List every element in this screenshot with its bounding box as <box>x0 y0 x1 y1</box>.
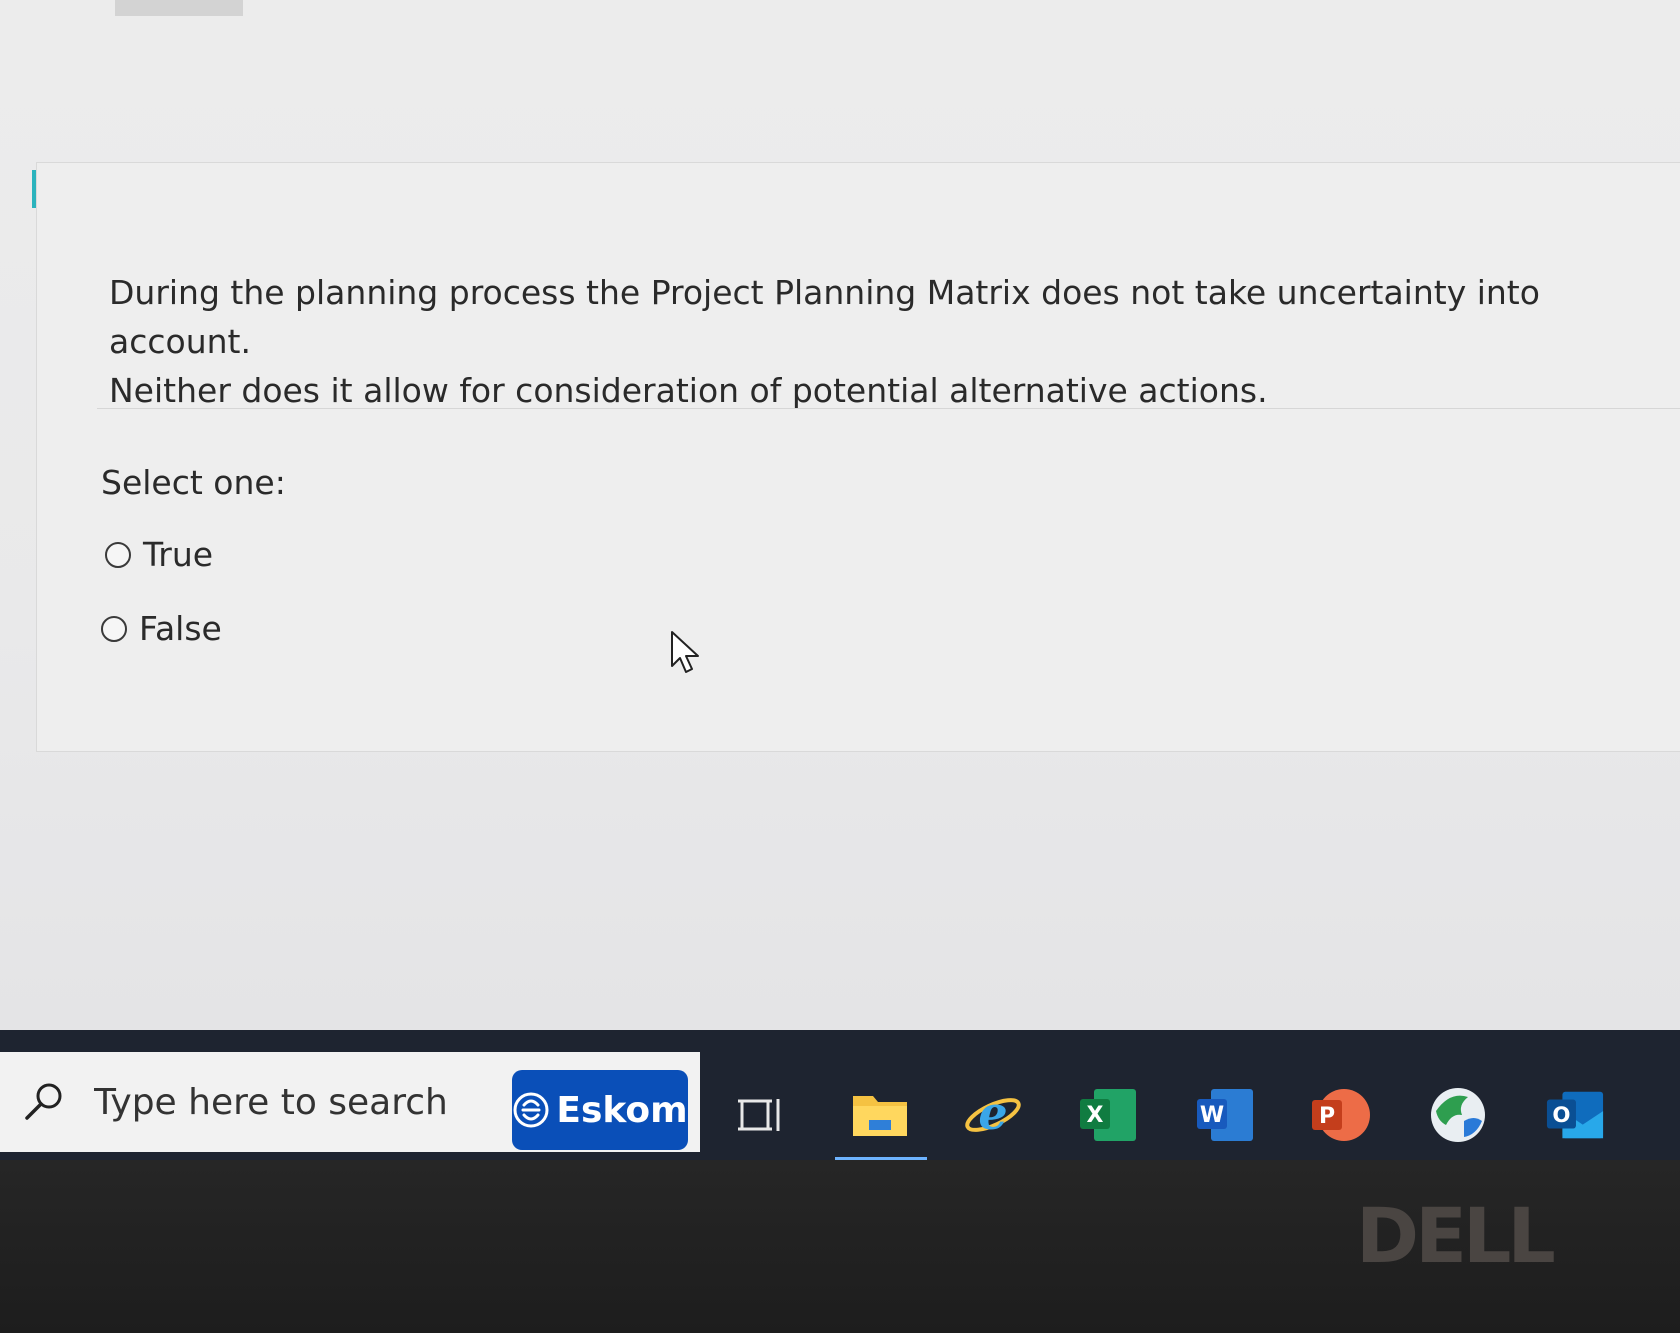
excel-icon[interactable]: X <box>1078 1085 1138 1145</box>
question-text: During the planning process the Project … <box>109 268 1669 415</box>
browser-globe-icon[interactable] <box>1428 1085 1488 1145</box>
option-true-label: True <box>143 535 214 574</box>
radio-true[interactable] <box>105 541 131 568</box>
powerpoint-letter: P <box>1319 1104 1335 1129</box>
excel-letter: X <box>1087 1103 1104 1128</box>
word-icon[interactable]: W <box>1195 1085 1255 1145</box>
select-one-label: Select one: <box>101 463 286 502</box>
dell-logo-text: DELL <box>1356 1196 1554 1276</box>
dell-logo: DELL <box>1356 1196 1558 1276</box>
file-explorer-icon[interactable] <box>850 1085 910 1145</box>
outlook-icon[interactable]: O <box>1545 1085 1605 1145</box>
question-line-2: Neither does it allow for consideration … <box>109 371 1268 410</box>
word-letter: W <box>1200 1103 1224 1128</box>
question-line-1: During the planning process the Project … <box>109 273 1540 361</box>
top-tab[interactable] <box>115 0 243 16</box>
search-icon <box>25 1083 62 1120</box>
monitor-bezel: DELL <box>0 1160 1680 1333</box>
eskom-label: Eskom <box>556 1089 688 1131</box>
option-false[interactable]: False <box>101 609 222 648</box>
windows-taskbar: Eskom e X <box>0 1030 1680 1162</box>
mouse-pointer-icon <box>671 631 699 673</box>
svg-text:e: e <box>978 1086 1007 1140</box>
option-false-label: False <box>139 609 222 648</box>
eskom-tile: Eskom <box>500 1052 700 1152</box>
divider <box>97 408 1680 409</box>
eskom-button[interactable]: Eskom <box>512 1070 688 1150</box>
option-true[interactable]: True <box>105 535 213 574</box>
question-card: During the planning process the Project … <box>36 162 1680 752</box>
internet-explorer-icon[interactable]: e <box>963 1085 1023 1145</box>
search-input[interactable] <box>92 1080 476 1124</box>
powerpoint-icon[interactable]: P <box>1310 1085 1370 1145</box>
task-view-icon[interactable] <box>730 1085 790 1145</box>
eskom-logo-icon <box>513 1092 549 1128</box>
taskbar-search-box[interactable] <box>0 1052 500 1152</box>
radio-false[interactable] <box>101 615 127 642</box>
browser-viewport: During the planning process the Project … <box>0 0 1680 1040</box>
outlook-letter: O <box>1552 1103 1570 1128</box>
